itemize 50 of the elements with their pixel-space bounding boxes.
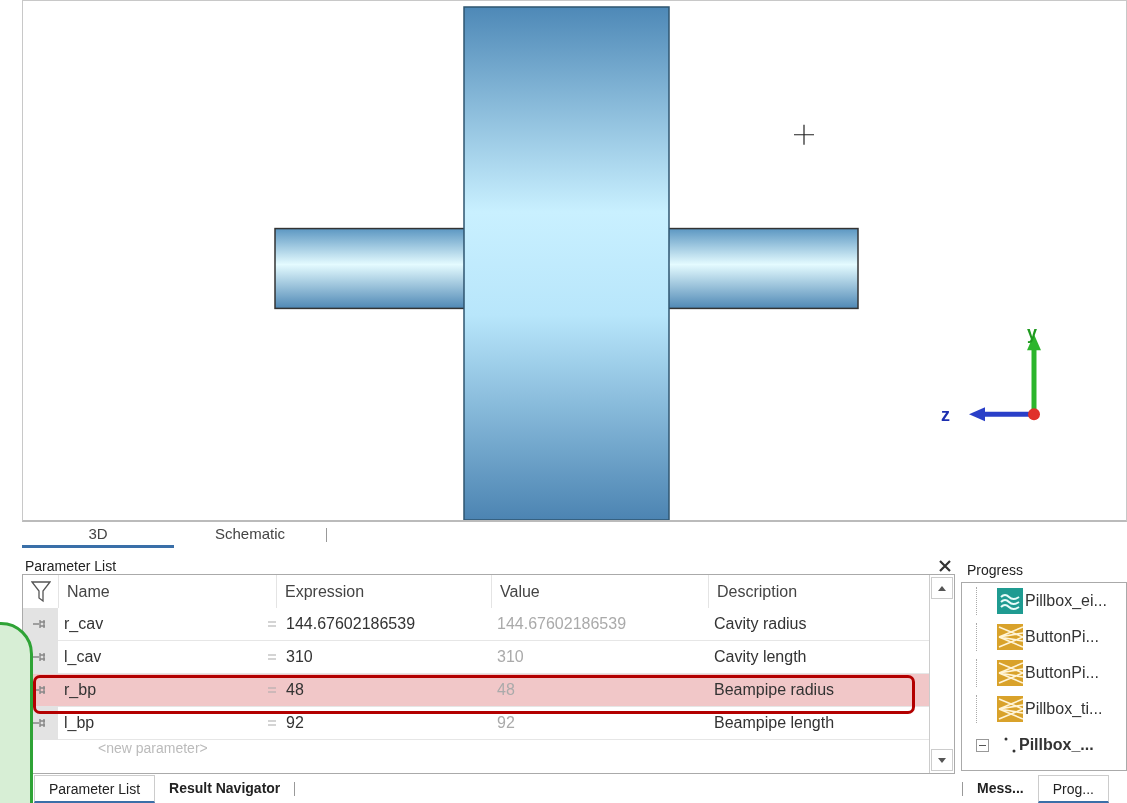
axis-label: z	[941, 405, 950, 426]
crosshair-icon	[793, 124, 815, 146]
table-cell: Beampipe radius	[708, 674, 929, 707]
axis-label: y	[1027, 323, 1037, 344]
equals-icon	[268, 687, 276, 693]
panel-tab[interactable]: Result Navigator	[155, 775, 295, 803]
panel-title: Parameter List	[25, 558, 117, 574]
fan-icon	[997, 696, 1023, 722]
table-cell: 144.67602186539	[491, 608, 708, 641]
column-header[interactable]: Value	[500, 582, 540, 601]
table-cell: r_cav	[58, 608, 276, 641]
origin-icon	[1028, 408, 1040, 421]
tree-item[interactable]: Pillbox_ei...	[1025, 592, 1107, 610]
column-header[interactable]: Description	[717, 582, 798, 601]
up-arrow-icon	[938, 585, 946, 591]
panel-title: Progress	[967, 562, 1024, 578]
table-cell: 48	[286, 681, 304, 699]
tree-item[interactable]: ButtonPi...	[1025, 664, 1099, 682]
collapse-icon[interactable]	[976, 738, 989, 752]
table-cell: 92	[491, 707, 708, 740]
scroll-down-button[interactable]	[931, 749, 953, 771]
column-header[interactable]: Name	[67, 582, 110, 601]
3d-viewport[interactable]: y z	[22, 0, 1127, 522]
fan-icon	[997, 624, 1023, 650]
view-tab[interactable]: Schematic	[174, 522, 326, 548]
table-cell: l_bp	[58, 707, 276, 740]
table-cell: 92	[286, 714, 304, 732]
tree-item[interactable]: ButtonPi...	[1025, 628, 1099, 646]
tree-item[interactable]: Pillbox_...	[1019, 736, 1094, 754]
dots-icon	[1003, 735, 1017, 755]
column-header[interactable]: Expression	[285, 582, 365, 601]
filter-icon[interactable]	[30, 580, 51, 603]
down-arrow-icon	[938, 757, 946, 763]
equals-icon	[268, 654, 276, 660]
equals-icon	[268, 720, 276, 726]
equals-icon	[268, 621, 276, 627]
panel-tab[interactable]: Parameter List	[34, 775, 156, 803]
table-cell: 48	[491, 674, 708, 707]
scroll-up-button[interactable]	[931, 577, 953, 599]
panel-tab[interactable]: Mess...	[963, 775, 1038, 803]
table-cell: 144.67602186539	[286, 615, 416, 633]
tree-item[interactable]: Pillbox_ti...	[1025, 700, 1103, 718]
table-cell: Cavity radius	[708, 608, 929, 641]
table-cell: Beampipe length	[708, 707, 929, 740]
view-tab[interactable]: 3D	[22, 521, 174, 548]
panel-tab[interactable]: Prog...	[1037, 775, 1109, 803]
table-cell: 310	[286, 648, 313, 666]
table-cell: r_bp	[58, 674, 276, 707]
fan-icon	[997, 660, 1023, 686]
wave-icon	[997, 588, 1023, 614]
